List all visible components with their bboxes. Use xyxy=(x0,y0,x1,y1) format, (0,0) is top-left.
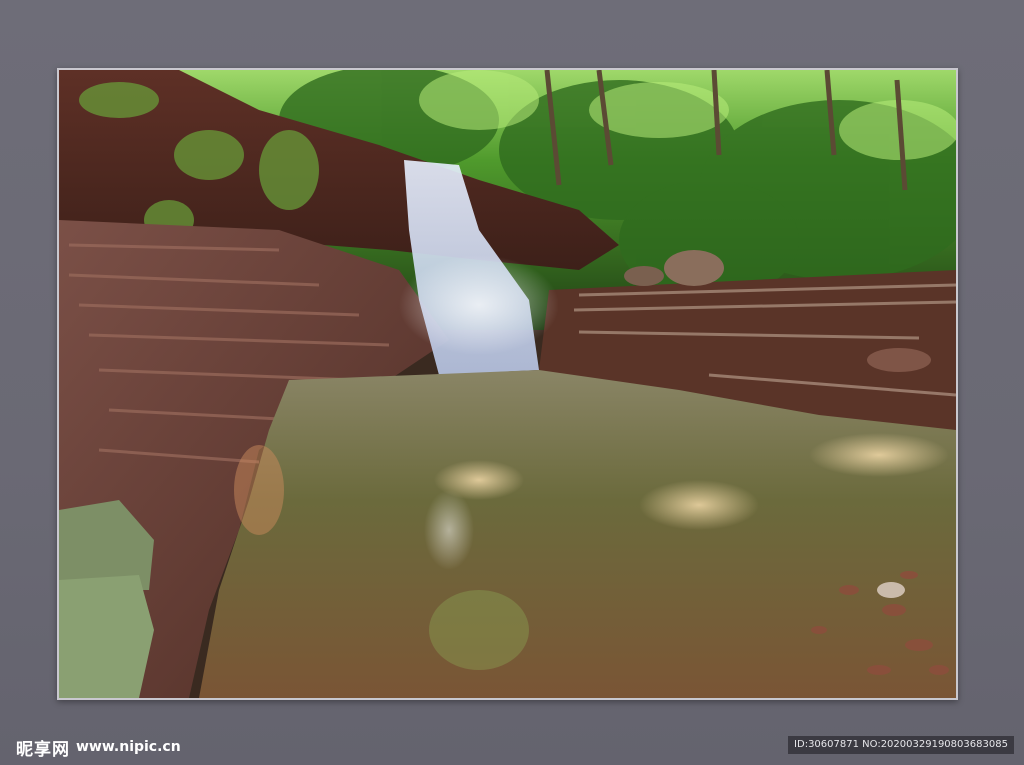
image-id-bar: ID:30607871 NO:20200329190803683085 xyxy=(788,736,1014,754)
brand-text: 昵享网 xyxy=(16,739,70,760)
waterfall-mist xyxy=(399,255,559,355)
mossy-rock xyxy=(59,575,154,698)
pool xyxy=(199,370,956,698)
nipic-watermark-logo: 昵享网 www.nipic.cn xyxy=(16,736,181,760)
photo-frame xyxy=(57,68,958,700)
boulder xyxy=(664,250,724,286)
brand-url: www.nipic.cn xyxy=(76,739,181,755)
waterfall-photo xyxy=(59,70,956,698)
